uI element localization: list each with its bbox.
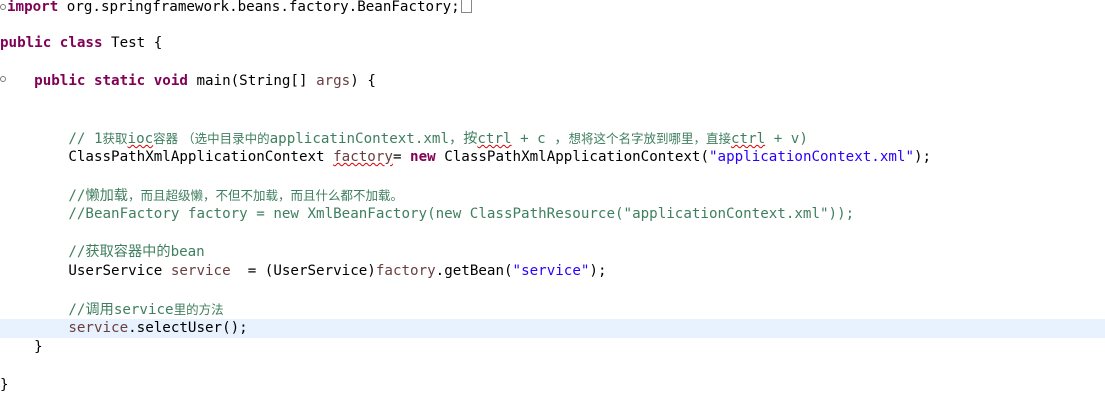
keyword: static — [93, 73, 146, 89]
keyword: public — [0, 35, 52, 51]
comment: 里的方法 — [173, 302, 224, 317]
closing-brace: } — [0, 377, 9, 393]
code-line-method-close[interactable]: } — [0, 338, 1105, 357]
code-line-class-close[interactable]: } — [0, 376, 1105, 395]
keyword: public — [34, 73, 86, 89]
comment: ioc — [127, 131, 154, 147]
comment: ，而且超级懒，不但不加载，而且什么都不加载。 — [128, 188, 404, 203]
comment: 容器 （选中目录中的 — [153, 131, 270, 146]
comment: + v) — [765, 131, 808, 147]
method-call: .getBean( — [435, 263, 513, 279]
string-literal: "applicationContext.xml" — [709, 149, 914, 165]
comment: //懒加载 — [68, 188, 128, 204]
comment: ctrl — [477, 131, 512, 147]
type-name: UserService — [68, 263, 171, 279]
cast-expression: = (UserService) — [230, 263, 376, 279]
code-line-comment-4[interactable]: //获取容器中的bean — [0, 243, 1105, 262]
code-line-service-decl[interactable]: UserService service = (UserService)facto… — [0, 262, 1105, 281]
string-literal: "service" — [512, 263, 590, 279]
variable: service — [68, 320, 129, 336]
comment: //BeanFactory factory = new XmlBeanFacto… — [68, 206, 855, 222]
variable: service — [170, 263, 231, 279]
code-line-comment-2[interactable]: //懒加载，而且超级懒，不但不加载，而且什么都不加载。 — [0, 186, 1105, 205]
code-line-current[interactable]: service.selectUser(); — [0, 319, 1105, 338]
comment: ctrl — [730, 131, 766, 147]
code-line-comment-3[interactable]: //BeanFactory factory = new XmlBeanFacto… — [0, 205, 1105, 224]
code-line-comment-5[interactable]: //调用service里的方法 — [0, 300, 1105, 319]
code-line-import[interactable]: import org.springframework.beans.factory… — [0, 0, 1105, 16]
comment: bean — [170, 244, 205, 260]
code-editor[interactable]: import org.springframework.beans.factory… — [0, 0, 1105, 408]
keyword: new — [410, 149, 436, 165]
comment: applicatinContext.xml，按 — [269, 131, 478, 147]
comment: service — [113, 302, 174, 318]
comment: 获取 — [102, 131, 128, 146]
operator: = — [392, 149, 411, 165]
keyword: void — [153, 73, 188, 89]
method-call: .selectUser(); — [128, 320, 248, 336]
code-line-method-decl[interactable]: public static void main(String[] args) { — [0, 72, 1105, 91]
class-name: Test { — [102, 35, 163, 51]
variable: factory — [375, 263, 436, 279]
keyword: class — [59, 35, 103, 51]
parameter: args — [316, 73, 351, 89]
statement-end: ); — [914, 149, 932, 165]
comment: + c ， — [511, 131, 569, 147]
code-line-context-decl[interactable]: ClassPathXmlApplicationContext factory= … — [0, 148, 1105, 167]
comment: // 1 — [68, 131, 103, 147]
constructor-call: ClassPathXmlApplicationContext( — [435, 149, 709, 165]
comment: //获取容器中的 — [68, 244, 171, 260]
statement-end: ); — [589, 263, 607, 279]
code-line-class-decl[interactable]: public class Test { — [0, 34, 1105, 53]
comment: //调用 — [68, 302, 114, 318]
method-signature: main(String[] — [187, 73, 317, 89]
code-line-comment-1[interactable]: // 1获取ioc容器 （选中目录中的applicatinContext.xml… — [0, 129, 1105, 148]
text-cursor-icon — [460, 0, 472, 13]
method-signature-end: ) { — [350, 73, 376, 89]
type-name: ClassPathXmlApplicationContext — [68, 149, 334, 165]
comment: 想将这个名字放到哪里，直接 — [568, 131, 731, 146]
import-path: org.springframework.beans.factory.BeanFa… — [58, 0, 460, 15]
keyword: import — [7, 0, 59, 15]
variable: factory — [333, 149, 393, 165]
closing-brace: } — [0, 339, 43, 355]
